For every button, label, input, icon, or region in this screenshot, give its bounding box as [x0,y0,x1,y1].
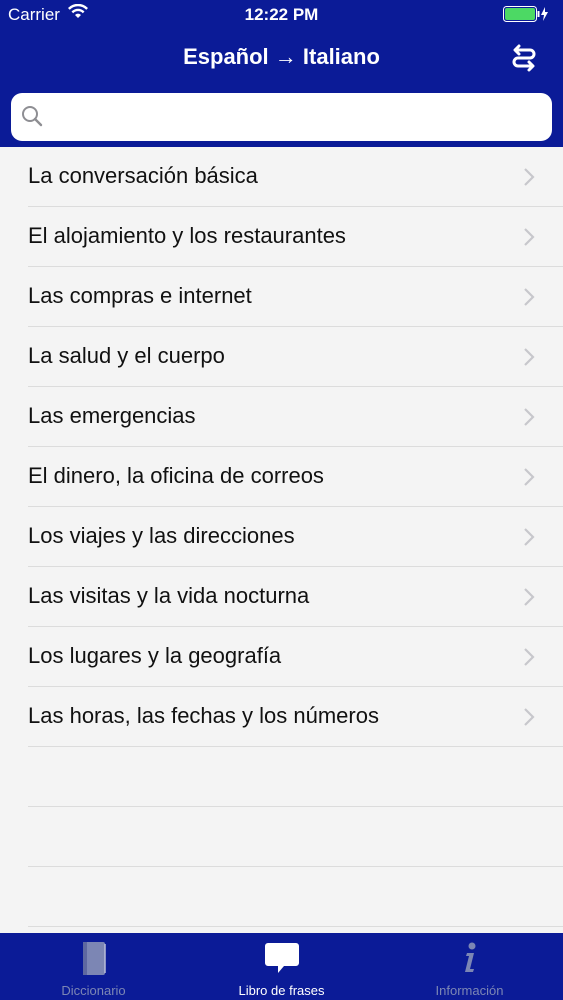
chevron-right-icon [523,227,535,252]
category-label: El alojamiento y los restaurantes [28,223,346,248]
book-icon [0,941,187,975]
chevron-right-icon [523,407,535,432]
chevron-right-icon [523,707,535,732]
header: Carrier 12:22 PM Español → Italiano [0,0,563,147]
speech-bubble-icon [188,941,375,975]
chevron-right-icon [523,347,535,372]
category-label: Las emergencias [28,403,196,428]
chevron-right-icon [523,527,535,552]
phrase-category-list: La conversación básica El alojamiento y … [0,147,563,927]
tab-bar: Diccionario Libro de frases Información [0,933,563,1000]
category-row[interactable]: Las horas, las fechas y los números [28,687,563,747]
swap-arrows-icon [509,44,539,78]
tab-diccionario[interactable]: Diccionario [0,933,187,1000]
category-label: El dinero, la oficina de correos [28,463,324,488]
clock-label: 12:22 PM [244,5,319,24]
chevron-right-icon [523,167,535,192]
category-row[interactable]: La conversación básica [28,147,563,207]
empty-row [28,747,563,807]
category-row[interactable]: El dinero, la oficina de correos [28,447,563,507]
tab-informacion[interactable]: Información [376,933,563,1000]
empty-row [28,867,563,927]
category-row[interactable]: La salud y el cuerpo [28,327,563,387]
tab-label: Información [435,983,504,998]
category-row[interactable]: El alojamiento y los restaurantes [28,207,563,267]
tab-label: Diccionario [61,983,126,998]
battery-icon [503,6,549,27]
search-bar[interactable] [11,93,552,141]
navigation-bar: Español → Italiano [0,38,563,78]
category-row[interactable]: Las compras e internet [28,267,563,327]
tab-libro-de-frases[interactable]: Libro de frases [188,933,375,1000]
chevron-right-icon [523,467,535,492]
category-label: La conversación básica [28,163,258,188]
chevron-right-icon [523,287,535,312]
category-label: Las visitas y la vida nocturna [28,583,310,608]
category-row[interactable]: Las visitas y la vida nocturna [28,567,563,627]
chevron-right-icon [523,587,535,612]
search-icon [21,105,43,132]
category-row[interactable]: Los lugares y la geografía [28,627,563,687]
chevron-right-icon [523,647,535,672]
swap-languages-button[interactable] [509,44,539,74]
category-label: Las horas, las fechas y los números [28,703,379,728]
category-label: Los lugares y la geografía [28,643,282,668]
search-input[interactable] [53,101,537,135]
tab-label: Libro de frases [238,983,325,998]
page-title: Español → Italiano [183,44,380,69]
status-bar: Carrier 12:22 PM [0,0,563,30]
empty-row [28,807,563,867]
category-row[interactable]: Las emergencias [28,387,563,447]
category-label: Los viajes y las direcciones [28,523,295,548]
info-icon [376,941,563,975]
category-label: La salud y el cuerpo [28,343,225,368]
category-label: Las compras e internet [28,283,252,308]
category-row[interactable]: Los viajes y las direcciones [28,507,563,567]
